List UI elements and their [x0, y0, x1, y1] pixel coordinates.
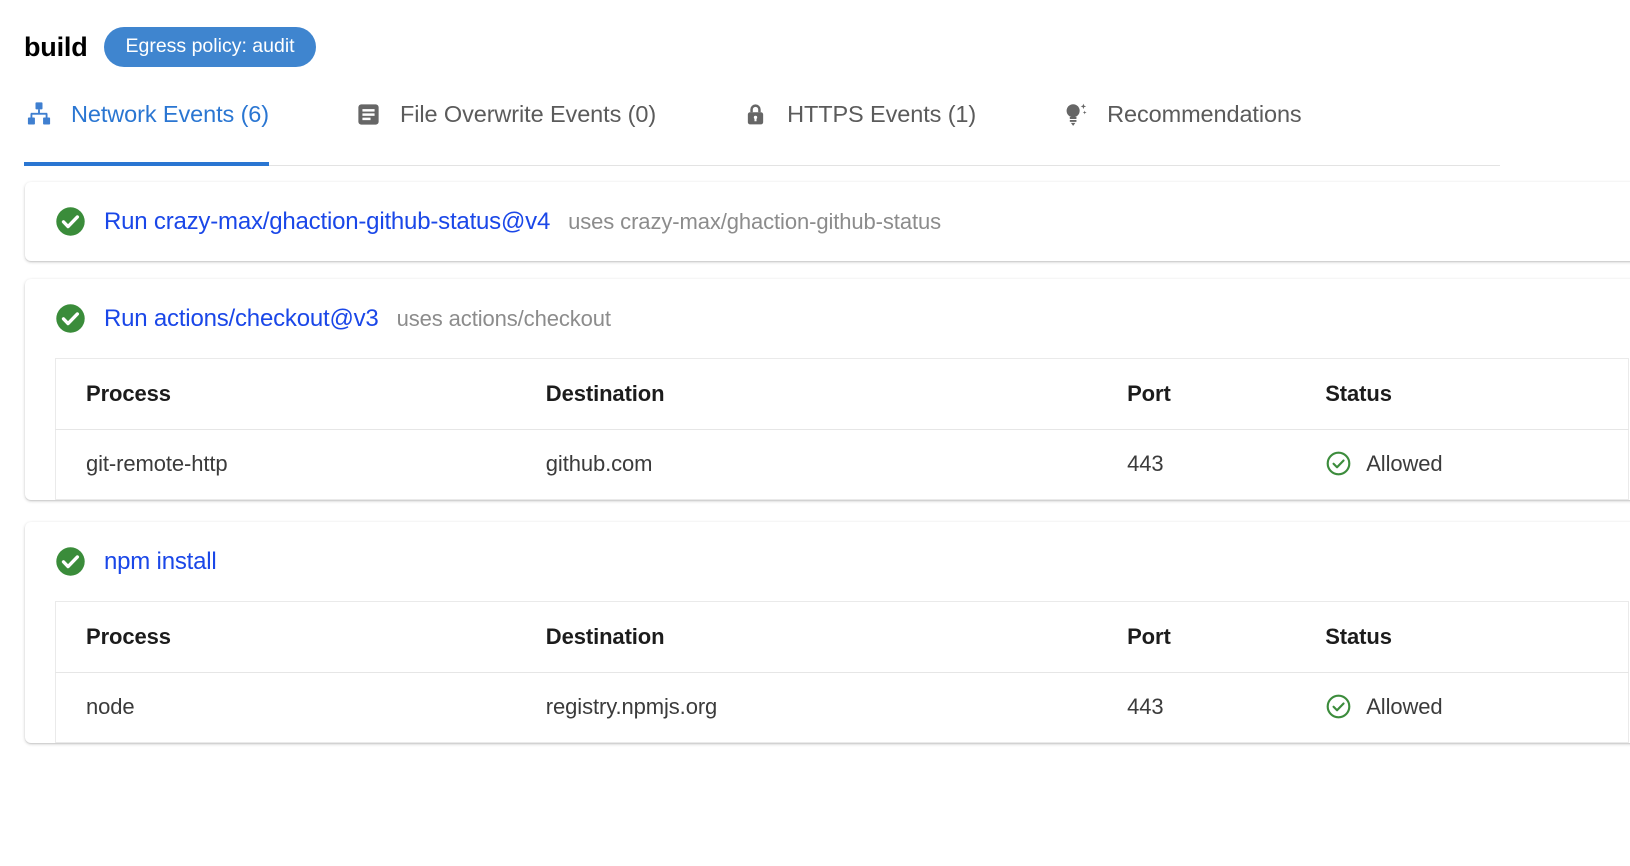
- table-body: git-remote-http github.com 443 Allowed: [56, 430, 1629, 500]
- column-header-status: Status: [1325, 358, 1629, 430]
- status-label: Allowed: [1366, 450, 1443, 476]
- network-events-table: Process Destination Port Status git-remo…: [55, 358, 1629, 500]
- step-name-link[interactable]: Run actions/checkout@v3: [104, 305, 379, 333]
- step-card: Run actions/checkout@v3 uses actions/che…: [25, 279, 1630, 500]
- table-header: Process Destination Port Status: [55, 601, 1629, 673]
- cell-status: Allowed: [1325, 673, 1628, 743]
- article-icon: [353, 99, 383, 129]
- cell-process: node: [86, 693, 135, 719]
- step-name-link[interactable]: npm install: [104, 548, 217, 576]
- lock-icon: [740, 99, 770, 129]
- column-header-destination: Destination: [545, 358, 1128, 430]
- event-cards-list: Run crazy-max/ghaction-github-status@v4 …: [0, 166, 1630, 743]
- cell-destination: github.com: [545, 450, 653, 476]
- column-header-port: Port: [1127, 601, 1326, 673]
- check-circle-filled-icon: [55, 206, 86, 237]
- tab-recommendations[interactable]: Recommendations: [1060, 86, 1302, 166]
- column-header-port: Port: [1127, 358, 1326, 430]
- tab-label: Recommendations: [1107, 100, 1302, 127]
- check-circle-filled-icon: [55, 546, 86, 577]
- cell-process: git-remote-http: [86, 450, 228, 476]
- column-header-process: Process: [55, 601, 546, 673]
- egress-audit-page: build Egress policy: audit Network Event…: [0, 0, 1630, 866]
- step-header: npm install: [25, 522, 1630, 601]
- table-row: git-remote-http github.com 443 Allowed: [56, 430, 1629, 500]
- cell-port: 443: [1127, 450, 1164, 476]
- check-circle-outline-icon: [1325, 450, 1352, 477]
- cell-status: Allowed: [1325, 430, 1628, 500]
- table-header-row: Process Destination Port Status: [55, 358, 1629, 430]
- step-card: npm install Process Destination Port Sta…: [25, 522, 1630, 743]
- column-header-process: Process: [55, 358, 546, 430]
- check-circle-outline-icon: [1325, 693, 1352, 720]
- step-name-link[interactable]: Run crazy-max/ghaction-github-status@v4: [104, 208, 550, 236]
- cell-port: 443: [1127, 693, 1164, 719]
- table-row: node registry.npmjs.org 443 Allowed: [56, 673, 1629, 743]
- column-header-status: Status: [1325, 601, 1629, 673]
- table-header-row: Process Destination Port Status: [55, 601, 1629, 673]
- step-uses-label: uses actions/checkout: [396, 305, 611, 331]
- step-header: Run actions/checkout@v3 uses actions/che…: [25, 279, 1630, 358]
- tab-https-events[interactable]: HTTPS Events (1): [740, 86, 976, 166]
- tab-label: Network Events (6): [71, 100, 270, 127]
- tab-label: File Overwrite Events (0): [400, 100, 657, 127]
- table-header: Process Destination Port Status: [55, 358, 1629, 430]
- active-tab-indicator: [24, 162, 270, 166]
- lightbulb-icon: [1060, 99, 1090, 129]
- cell-destination: registry.npmjs.org: [545, 693, 718, 719]
- step-card: Run crazy-max/ghaction-github-status@v4 …: [25, 182, 1630, 261]
- table-body: node registry.npmjs.org 443 Allowed: [56, 673, 1629, 743]
- tab-file-overwrite-events[interactable]: File Overwrite Events (0): [353, 86, 656, 166]
- column-header-destination: Destination: [545, 601, 1128, 673]
- status-label: Allowed: [1366, 693, 1443, 719]
- step-uses-label: uses crazy-max/ghaction-github-status: [568, 208, 942, 234]
- page-header: build Egress policy: audit: [0, 0, 1630, 72]
- tab-network-events[interactable]: Network Events (6): [24, 86, 269, 166]
- page-title: build: [24, 31, 88, 62]
- status-badge: Egress policy: audit: [104, 26, 316, 68]
- account-tree-icon: [24, 99, 54, 129]
- tab-bar: Network Events (6) File Overwrite Events…: [0, 86, 1630, 166]
- step-header: Run crazy-max/ghaction-github-status@v4 …: [25, 182, 1630, 261]
- tab-label: HTTPS Events (1): [787, 100, 977, 127]
- network-events-table: Process Destination Port Status node reg…: [55, 601, 1629, 743]
- check-circle-filled-icon: [55, 303, 86, 334]
